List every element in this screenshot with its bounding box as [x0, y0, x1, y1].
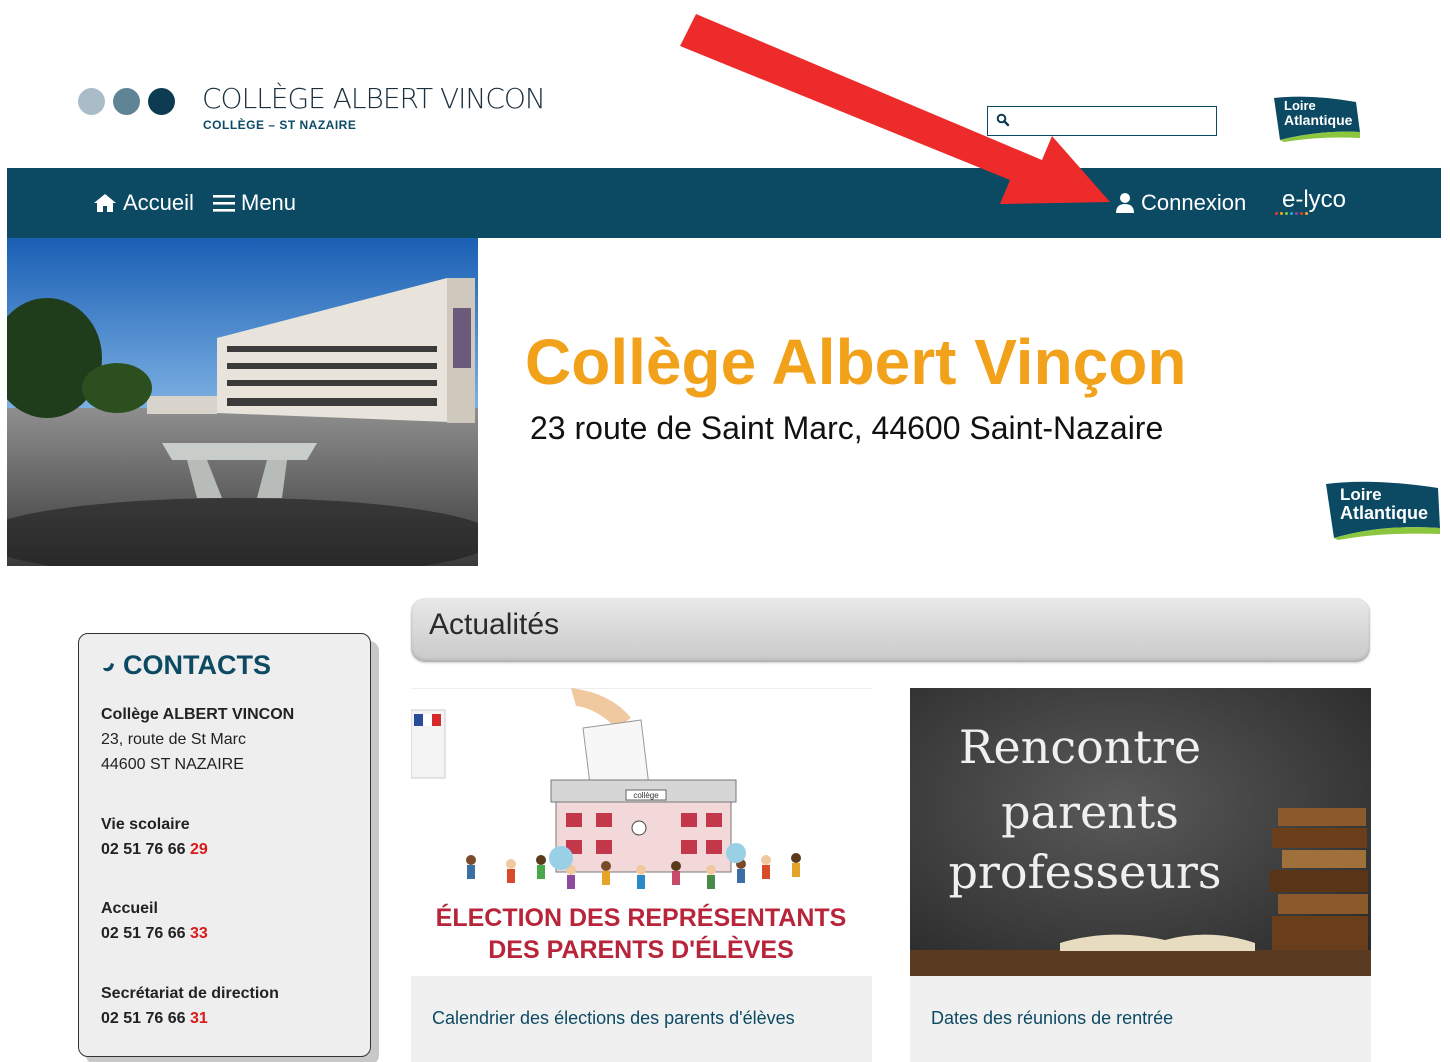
nav-menu-label: Menu [241, 190, 297, 215]
logo-dot-light [78, 88, 105, 115]
site-logo-dots[interactable] [78, 88, 175, 115]
phone-prefix: 02 51 76 66 [101, 1010, 190, 1027]
loire-atlantique-logo-banner: Loire Atlantique [1322, 478, 1442, 540]
nav-home-label: Accueil [123, 190, 194, 215]
elections-image-line2: DES PARENTS D'ÉLÈVES [488, 935, 794, 964]
phone-suffix: 29 [189, 841, 208, 858]
phone-prefix: 02 51 76 66 [101, 925, 190, 942]
login-link[interactable]: Connexion [1115, 190, 1246, 216]
chalkboard-illustration: Rencontre parents professeurs [910, 688, 1371, 976]
phone-suffix: 31 [189, 1010, 208, 1027]
contact-entry-accueil: Accueil 02 51 76 66 33 [101, 896, 208, 946]
loire-logo-line1: Loire [1284, 98, 1316, 113]
school-building-illustration [7, 238, 478, 566]
logo-dot-dark [148, 88, 175, 115]
contact-phone[interactable]: 02 51 76 66 29 [101, 837, 208, 862]
search-input[interactable] [1016, 107, 1216, 136]
elections-image-line1: ÉLECTION DES REPRÉSENTANTS [436, 903, 847, 932]
address-line2: 44600 ST NAZAIRE [101, 756, 244, 773]
chalkboard-line1: Rencontre [959, 720, 1201, 774]
user-icon [1116, 193, 1134, 213]
site-title[interactable]: COLLÈGE ALBERT VINCON [202, 82, 546, 115]
chalkboard-line3: professeurs [948, 845, 1221, 899]
phone-prefix: 02 51 76 66 [101, 841, 190, 858]
address-line1: 23, route de St Marc [101, 731, 246, 748]
elections-illustration: collège ÉLECTION DES REPRÉSENTANTS DES P… [411, 688, 872, 976]
elections-news-image[interactable]: collège ÉLECTION DES REPRÉSENTANTS DES P… [411, 688, 872, 976]
banner-address: 23 route de Saint Marc, 44600 Saint-Naza… [530, 410, 1164, 446]
contacts-card: CONTACTS Collège ALBERT VINCON 23, route… [78, 633, 371, 1057]
news-section-header: Actualités [411, 598, 1370, 662]
banner-title: Collège Albert Vinçon [525, 326, 1187, 398]
news-section-title: Actualités [429, 608, 560, 641]
contact-entry-secretariat: Secrétariat de direction 02 51 76 66 31 [101, 981, 279, 1031]
search-icon[interactable] [996, 113, 1010, 127]
school-building-photo [7, 238, 478, 566]
news-card-elections[interactable]: collège ÉLECTION DES REPRÉSENTANTS DES P… [411, 688, 872, 1062]
contact-label: Vie scolaire [101, 816, 190, 833]
search-box[interactable] [987, 106, 1217, 136]
banner-logo-line1: Loire [1340, 485, 1382, 504]
logo-dot-mid [113, 88, 140, 115]
main-navbar: Accueil Menu Connexion e-lyco [7, 168, 1441, 238]
news-card-reunions[interactable]: Rencontre parents professeurs Dates des … [910, 688, 1371, 1062]
elyco-link[interactable]: e-lyco [1282, 186, 1346, 214]
reunions-news-image[interactable]: Rencontre parents professeurs [910, 688, 1371, 976]
phone-suffix: 33 [189, 925, 208, 942]
loire-atlantique-logo-header[interactable]: Loire Atlantique [1270, 94, 1362, 142]
elyco-logo-dots [1275, 212, 1308, 215]
hamburger-menu-icon [213, 195, 235, 212]
elections-image-school-label: collège [633, 791, 659, 800]
site-subtitle: COLLÈGE – ST NAZAIRE [203, 118, 357, 132]
reunions-news-caption-area[interactable]: Dates des réunions de rentrée [910, 976, 1371, 1062]
nav-menu-button[interactable]: Menu [213, 190, 296, 216]
contacts-title: CONTACTS [123, 650, 271, 680]
contact-label: Secrétariat de direction [101, 985, 279, 1002]
school-name: Collège ALBERT VINCON [101, 706, 295, 723]
phone-icon [103, 662, 114, 671]
contact-phone[interactable]: 02 51 76 66 31 [101, 1006, 279, 1031]
contact-entry-vie-scolaire: Vie scolaire 02 51 76 66 29 [101, 812, 208, 862]
contacts-heading: CONTACTS [101, 650, 271, 681]
loire-logo-line2: Atlantique [1284, 112, 1353, 128]
elections-news-caption-area[interactable]: Calendrier des élections des parents d'é… [411, 976, 872, 1062]
nav-home-link[interactable]: Accueil [93, 190, 194, 216]
reunions-news-link[interactable]: Dates des réunions de rentrée [931, 1008, 1173, 1029]
contact-address-block: Collège ALBERT VINCON 23, route de St Ma… [101, 702, 294, 777]
banner-logo-line2: Atlantique [1340, 503, 1428, 523]
home-icon [94, 194, 116, 212]
login-label: Connexion [1141, 190, 1247, 215]
chalkboard-line2: parents [1001, 785, 1179, 839]
contact-label: Accueil [101, 900, 158, 917]
contact-phone[interactable]: 02 51 76 66 33 [101, 921, 208, 946]
elections-news-link[interactable]: Calendrier des élections des parents d'é… [432, 1008, 795, 1029]
